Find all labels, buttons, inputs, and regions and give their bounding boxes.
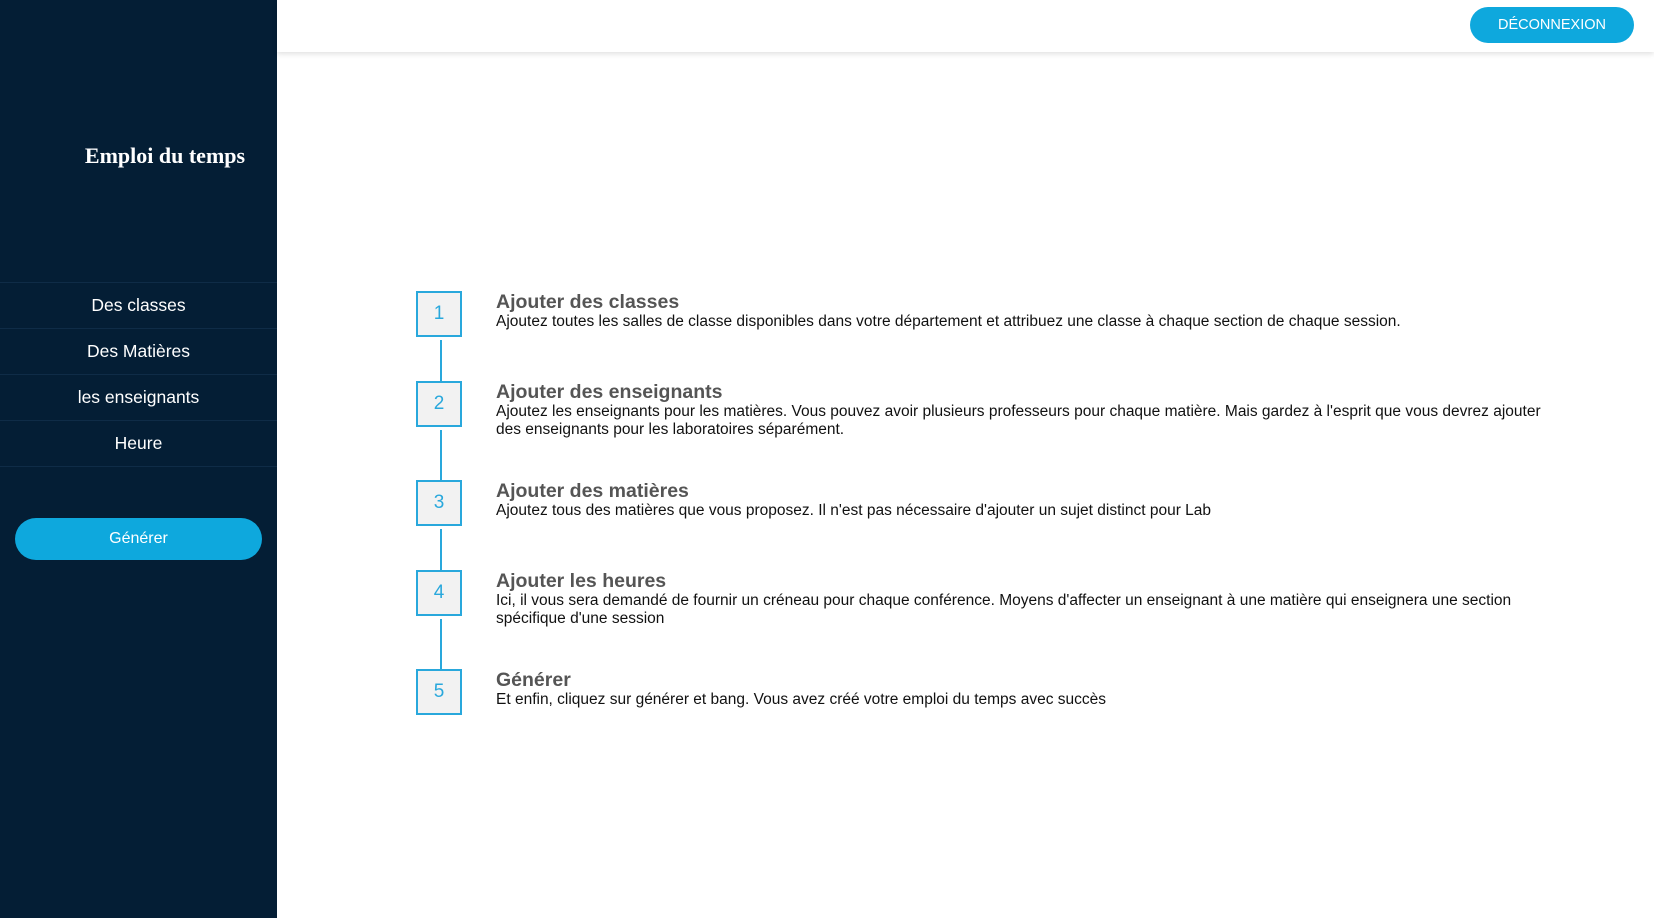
step-connector [440, 529, 442, 570]
step-title: Générer [496, 669, 571, 691]
step-description: Ajoutez toutes les salles de classe disp… [496, 313, 1401, 330]
step-title: Ajouter des classes [496, 291, 680, 313]
step-connector [440, 430, 442, 480]
step-connector [440, 340, 442, 382]
step-number: 5 [416, 669, 462, 715]
step-description: Ici, il vous sera demandé de fournir un … [496, 592, 1512, 627]
step-title: Ajouter des matières [496, 480, 689, 502]
step-title: Ajouter les heures [496, 570, 667, 592]
step-description: Ajoutez les enseignants pour les matière… [496, 403, 1541, 438]
step-description: Ajoutez tous des matières que vous propo… [496, 502, 1212, 519]
step-connector [440, 619, 442, 669]
step-number: 2 [416, 381, 462, 427]
step-number: 1 [416, 291, 462, 337]
step-description: Et enfin, cliquez sur générer et bang. V… [496, 691, 1106, 708]
step-number: 3 [416, 480, 462, 526]
steps-timeline: 1 Ajouter des classes Ajoutez toutes les… [0, 0, 1654, 918]
step-number: 4 [416, 570, 462, 616]
step-title: Ajouter des enseignants [496, 381, 723, 403]
